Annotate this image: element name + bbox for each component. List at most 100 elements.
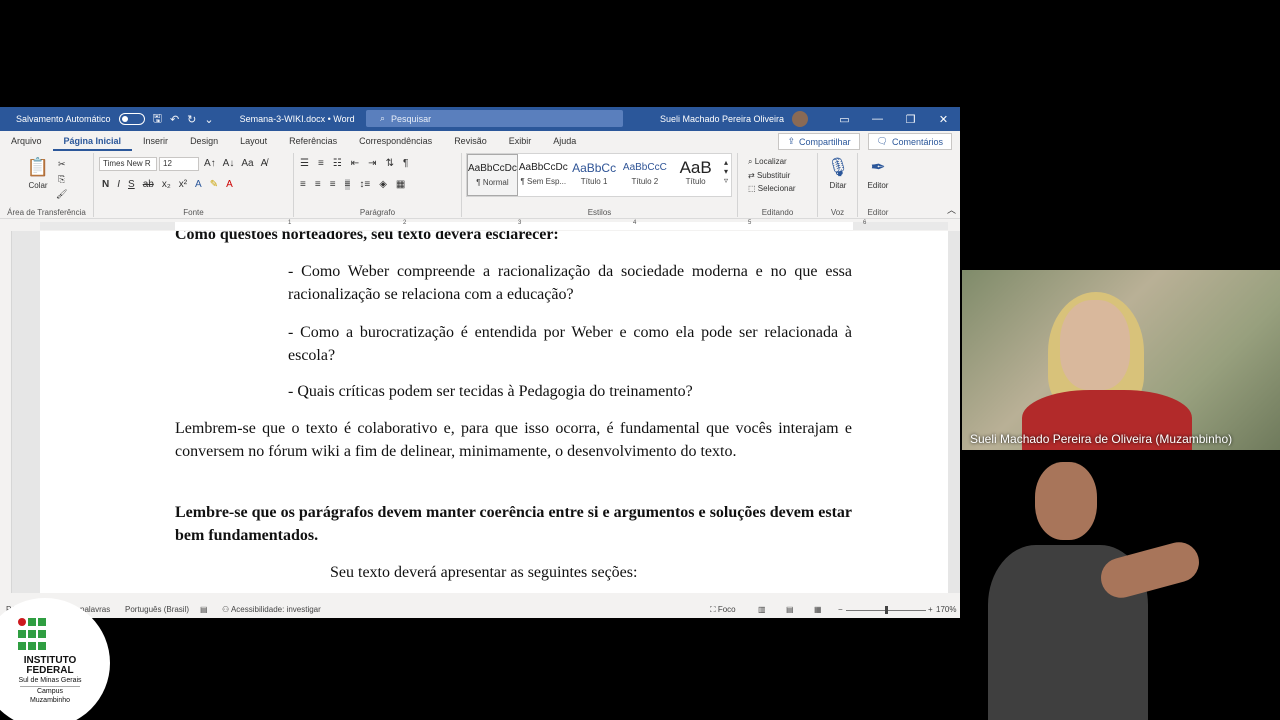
style-heading-2[interactable]: AaBbCcC Título 2 <box>619 154 670 196</box>
paragraph-sections[interactable]: Seu texto deverá apresentar as seguintes… <box>330 561 750 584</box>
select-button[interactable]: ⬚ Selecionar <box>748 184 796 193</box>
align-center-icon[interactable]: ≡ <box>315 179 321 190</box>
increase-indent-icon[interactable]: ⇥ <box>368 158 376 169</box>
ribbon-display-icon[interactable]: ▭ <box>828 113 861 126</box>
screen: Salvamento Automático 🖫 ↶ ↻ ⌄ Semana-3-W… <box>0 0 1280 720</box>
tab-ajuda[interactable]: Ajuda <box>542 131 587 151</box>
undo-icon[interactable]: ↶ <box>170 113 179 126</box>
copy-icon[interactable]: ⎘ <box>58 174 65 185</box>
tab-referencias[interactable]: Referências <box>278 131 348 151</box>
focus-button[interactable]: ⛶ Foco <box>710 605 736 615</box>
restore-icon[interactable]: ❐ <box>894 113 927 126</box>
shading-icon[interactable]: ◈ <box>379 179 387 190</box>
numbering-icon[interactable]: ≡ <box>318 158 324 169</box>
editor-button[interactable]: ✒ Editor <box>864 155 892 191</box>
close-icon[interactable]: ✕ <box>927 113 960 126</box>
style-preview: AaBbCcDc <box>468 163 517 174</box>
heading-paragraph[interactable]: Como questões norteadores, seu texto dev… <box>175 231 855 246</box>
italic-icon[interactable]: I <box>117 179 120 190</box>
find-button[interactable]: ⌕ Localizar <box>748 157 787 167</box>
web-layout-icon[interactable]: ▦ <box>814 605 822 614</box>
share-button[interactable]: ⇪ Compartilhar <box>778 133 860 150</box>
minimize-icon[interactable]: — <box>861 113 894 125</box>
tab-arquivo[interactable]: Arquivo <box>0 131 53 151</box>
text-effects-icon[interactable]: A <box>195 179 202 190</box>
read-mode-icon[interactable]: ▥ <box>758 605 766 614</box>
sort-icon[interactable]: ⇅ <box>386 158 394 169</box>
ruler-number: 2 <box>403 220 407 226</box>
justify-icon[interactable]: ≡ <box>344 179 351 190</box>
font-color-icon[interactable]: A <box>226 179 233 190</box>
cut-icon[interactable]: ✂ <box>58 159 66 170</box>
question-1[interactable]: - Como Weber compreende a racionalização… <box>288 260 852 306</box>
decrease-indent-icon[interactable]: ⇤ <box>351 158 359 169</box>
document-title: Semana-3-WIKI.docx • Word <box>239 114 355 124</box>
style-no-spacing[interactable]: AaBbCcDc ¶ Sem Esp... <box>518 154 569 196</box>
collapse-ribbon-icon[interactable]: ︿ <box>947 203 956 216</box>
multilevel-list-icon[interactable]: ☷ <box>333 158 342 169</box>
comments-button[interactable]: 🗨 Comentários <box>867 133 952 150</box>
accessibility-icon: ⚇ <box>222 605 231 614</box>
tab-correspondencias[interactable]: Correspondências <box>348 131 443 151</box>
strikethrough-icon[interactable]: ab <box>143 179 154 190</box>
styles-more-icon[interactable]: ▴ ▾ ▿ <box>721 154 731 196</box>
accessibility-status[interactable]: ⚇ Acessibilidade: investigar <box>222 605 321 614</box>
dictate-button[interactable]: 🎙 Ditar <box>824 155 852 191</box>
style-name: ¶ Sem Esp... <box>520 177 567 186</box>
underline-icon[interactable]: S <box>128 179 135 190</box>
styles-group-label: Estilos <box>587 208 612 217</box>
tab-inserir[interactable]: Inserir <box>132 131 179 151</box>
tab-revisao[interactable]: Revisão <box>443 131 498 151</box>
tab-layout[interactable]: Layout <box>229 131 278 151</box>
horizontal-ruler[interactable]: 1 2 3 4 5 6 <box>0 219 960 231</box>
bold-icon[interactable]: N <box>102 179 109 190</box>
align-left-icon[interactable]: ≡ <box>300 179 306 190</box>
customize-toolbar-icon[interactable]: ⌄ <box>204 113 213 126</box>
search-input[interactable]: ⌕ Pesquisar <box>366 110 623 127</box>
replace-button[interactable]: ⇄ Substituir <box>748 171 790 180</box>
format-painter-icon[interactable]: 🖌 <box>56 189 67 200</box>
autosave-toggle[interactable] <box>118 113 145 125</box>
spelling-icon[interactable]: ▤ <box>200 605 208 614</box>
document-page[interactable]: Como questões norteadores, seu texto dev… <box>40 231 948 593</box>
borders-icon[interactable]: ▦ <box>396 179 405 190</box>
tab-exibir[interactable]: Exibir <box>498 131 543 151</box>
line-spacing-icon[interactable]: ↕≡ <box>359 179 370 190</box>
paragraph-coherence[interactable]: Lembre-se que os parágrafos devem manter… <box>175 501 852 547</box>
highlight-icon[interactable]: ✎ <box>210 179 218 190</box>
redo-icon[interactable]: ↻ <box>187 113 196 126</box>
institute-logo-icon <box>18 618 46 652</box>
bullets-icon[interactable]: ☰ <box>300 158 309 169</box>
subscript-icon[interactable]: x₂ <box>162 179 171 190</box>
style-heading-1[interactable]: AaBbCc Título 1 <box>569 154 620 196</box>
font-name-select[interactable]: Times New R <box>99 157 157 171</box>
user-name[interactable]: Sueli Machado Pereira Oliveira <box>660 114 784 124</box>
grow-font-icon[interactable]: A↑ <box>204 158 216 169</box>
clear-formatting-icon[interactable]: A̸ <box>261 158 268 169</box>
avatar[interactable] <box>792 111 808 127</box>
align-right-icon[interactable]: ≡ <box>330 179 336 190</box>
question-3[interactable]: - Quais críticas podem ser tecidas à Ped… <box>288 380 852 403</box>
superscript-icon[interactable]: x² <box>179 179 187 190</box>
tab-design[interactable]: Design <box>179 131 229 151</box>
style-title[interactable]: AaB Título <box>670 154 721 196</box>
print-layout-icon[interactable]: ▤ <box>786 605 794 614</box>
font-size-select[interactable]: 12 <box>159 157 199 171</box>
pilcrow-icon[interactable]: ¶ <box>403 158 408 169</box>
paste-button[interactable]: 📋 Colar <box>24 155 52 191</box>
paragraph-collaborative[interactable]: Lembrem-se que o texto é colaborativo e,… <box>175 417 852 463</box>
zoom-in-icon[interactable]: + <box>928 605 933 614</box>
change-case-icon[interactable]: Aa <box>241 158 253 169</box>
font-group: Times New R 12 A↑ A↓ Aa A̸ N I S ab x₂ x… <box>94 153 294 217</box>
tab-pagina-inicial[interactable]: Página Inicial <box>52 131 133 151</box>
save-icon[interactable]: 🖫 <box>153 110 162 129</box>
select-label: Selecionar <box>757 184 796 193</box>
zoom-level[interactable]: 170% <box>936 605 956 614</box>
focus-icon: ⛶ <box>710 605 718 614</box>
style-normal[interactable]: AaBbCcDc ¶ Normal <box>467 154 518 196</box>
zoom-out-icon[interactable]: − <box>838 605 843 614</box>
shrink-font-icon[interactable]: A↓ <box>223 158 235 169</box>
question-2[interactable]: - Como a burocratização é entendida por … <box>288 321 852 367</box>
zoom-slider-thumb[interactable] <box>885 606 888 614</box>
language-status[interactable]: Português (Brasil) <box>125 605 189 614</box>
